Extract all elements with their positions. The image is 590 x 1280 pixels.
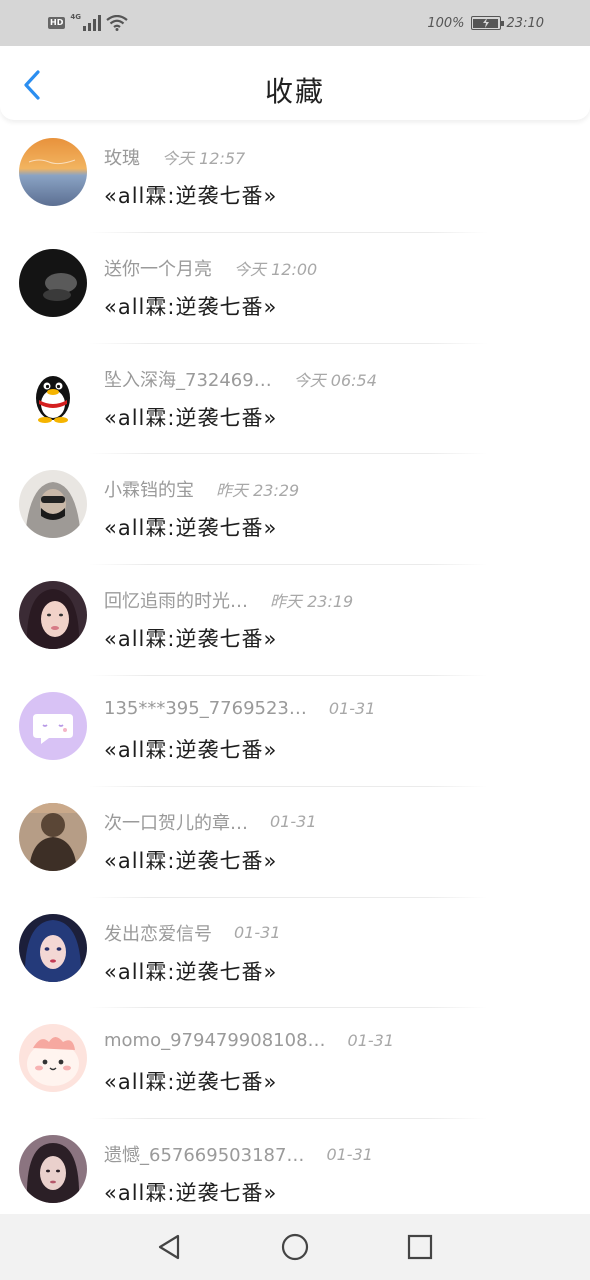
- item-meta: momo_979479908108… 01-31: [104, 1030, 394, 1051]
- timestamp: 01-31: [347, 1031, 395, 1051]
- timestamp: 01-31: [270, 812, 317, 832]
- sender-name: 遗憾_657669503187…: [104, 1145, 305, 1167]
- list-item[interactable]: 小霖铛的宝 昨天 23:29 «all霖:逆袭七番»: [0, 454, 590, 566]
- triangle-back-icon: [158, 1234, 180, 1260]
- system-nav-bar: [0, 1214, 590, 1280]
- message-text: «all霖:逆袭七番»: [104, 1070, 278, 1095]
- battery-percent: 100%: [427, 15, 465, 31]
- dark-hair-girl-avatar: [19, 1135, 87, 1204]
- list-item[interactable]: 135***395_7769523… 01-31 «all霖:逆袭七番»: [0, 676, 590, 787]
- sender-name: 小霖铛的宝: [104, 480, 194, 502]
- timestamp: 今天 12:57: [162, 149, 246, 168]
- square-recent-icon: [407, 1234, 433, 1260]
- nav-back-button[interactable]: [154, 1232, 184, 1262]
- message-text: «all霖:逆袭七番»: [104, 737, 278, 762]
- brown-figure-avatar: [19, 802, 87, 871]
- list-item[interactable]: momo_979479908108… 01-31 «all霖:逆袭七番»: [0, 1008, 590, 1120]
- dark-hand-avatar: [19, 248, 87, 317]
- favorites-list: 玫瑰 今天 12:57 «all霖:逆袭七番» 送你一个月亮 今天 12:00 …: [0, 122, 590, 1230]
- header: 收藏: [0, 46, 590, 120]
- circle-home-icon: [281, 1233, 309, 1261]
- battery-icon: [470, 16, 504, 30]
- list-item[interactable]: 送你一个月亮 今天 12:00 «all霖:逆袭七番»: [0, 233, 590, 344]
- status-left: HD 4G: [48, 13, 128, 31]
- signal-icon: [82, 15, 101, 31]
- status-right: 100% 23:10: [427, 16, 544, 31]
- timestamp: 01-31: [328, 698, 376, 718]
- chat-bubble-avatar: [19, 691, 87, 760]
- timestamp: 01-31: [234, 923, 281, 943]
- message-text: «all霖:逆袭七番»: [104, 184, 278, 208]
- item-meta: 坠入深海_732469… 今天 06:54: [104, 366, 377, 392]
- clock: 23:10: [506, 15, 544, 31]
- sender-name: 坠入深海_732469…: [104, 369, 272, 391]
- list-item[interactable]: 发出恋爱信号 01-31 «all霖:逆袭七番»: [0, 898, 590, 1009]
- timestamp: 今天 06:54: [293, 370, 377, 390]
- list-item[interactable]: 坠入深海_732469… 今天 06:54 «all霖:逆袭七番»: [0, 344, 590, 455]
- timestamp: 今天 12:00: [234, 259, 318, 279]
- sender-name: 回忆追雨的时光…: [104, 591, 248, 613]
- item-meta: 玫瑰 今天 12:57: [104, 144, 245, 170]
- penguin-avatar: [19, 359, 87, 428]
- item-meta: 发出恋爱信号 01-31: [104, 920, 281, 946]
- message-text: «all霖:逆袭七番»: [104, 516, 278, 541]
- item-meta: 遗憾_657669503187… 01-31: [104, 1141, 373, 1167]
- sender-name: momo_979479908108…: [104, 1030, 326, 1052]
- list-item[interactable]: 回忆追雨的时光… 昨天 23:19 «all霖:逆袭七番»: [0, 565, 590, 676]
- hd-badge: HD: [48, 17, 66, 29]
- status-bar: HD 4G 100% 23:10: [0, 0, 590, 46]
- sender-name: 135***395_7769523…: [104, 697, 307, 719]
- message-text: «all霖:逆袭七番»: [104, 627, 278, 652]
- sender-name: 次一口贺儿的章…: [104, 812, 248, 834]
- page-title: 收藏: [264, 75, 325, 108]
- item-meta: 135***395_7769523… 01-31: [104, 698, 375, 719]
- message-text: «all霖:逆袭七番»: [104, 294, 278, 319]
- sender-name: 送你一个月亮: [104, 258, 212, 280]
- girl-portrait-avatar: [19, 581, 87, 650]
- list-item[interactable]: 次一口贺儿的章… 01-31 «all霖:逆袭七番»: [0, 787, 590, 898]
- pink-cartoon-avatar: [19, 1024, 87, 1093]
- nav-recent-button[interactable]: [405, 1232, 435, 1262]
- timestamp: 昨天 23:29: [216, 481, 300, 501]
- wifi-icon: [106, 15, 128, 31]
- item-meta: 小霖铛的宝 昨天 23:29: [104, 476, 299, 502]
- nav-home-button[interactable]: [280, 1232, 310, 1262]
- sunset-avatar: [19, 138, 87, 206]
- message-text: «all霖:逆袭七番»: [104, 848, 278, 873]
- message-text: «all霖:逆袭七番»: [104, 1181, 278, 1206]
- message-text: «all霖:逆袭七番»: [104, 959, 278, 984]
- list-item[interactable]: 玫瑰 今天 12:57 «all霖:逆袭七番»: [0, 122, 590, 233]
- timestamp: 01-31: [326, 1144, 373, 1164]
- sender-name: 玫瑰: [104, 148, 140, 169]
- message-text: «all霖:逆袭七番»: [104, 405, 278, 430]
- item-meta: 送你一个月亮 今天 12:00: [104, 255, 317, 281]
- masked-person-avatar: [19, 470, 87, 539]
- item-meta: 次一口贺儿的章… 01-31: [104, 809, 317, 835]
- network-type: 4G: [70, 13, 81, 21]
- blue-hair-girl-avatar: [19, 913, 87, 982]
- sender-name: 发出恋爱信号: [104, 923, 212, 945]
- timestamp: 昨天 23:19: [270, 592, 354, 612]
- item-meta: 回忆追雨的时光… 昨天 23:19: [104, 587, 353, 613]
